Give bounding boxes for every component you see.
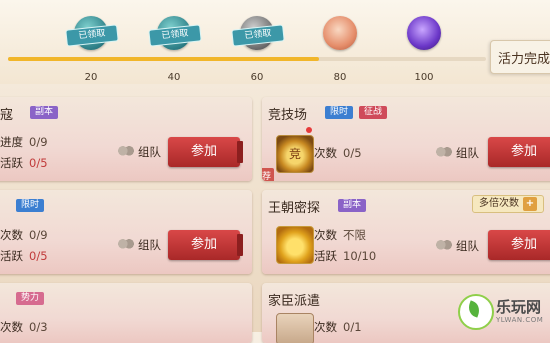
stat-activity: 活跃 0/5 (0, 248, 48, 264)
join-button[interactable]: 参加 (488, 230, 550, 260)
card-title: 寇 (0, 108, 14, 123)
stat-value: 0/9 (29, 135, 48, 149)
stat-label: 活跃 (0, 156, 23, 170)
team-icon (436, 147, 452, 159)
stat-value: 0/5 (343, 146, 362, 160)
stat-count: 次数 0/5 (314, 145, 362, 161)
treasure-chest-icon: 已领取 (231, 16, 285, 50)
join-button[interactable]: 参加 (168, 230, 243, 260)
arena-medal-icon: 竞 (276, 135, 314, 173)
join-button[interactable]: 参加 (488, 137, 550, 167)
activity-card-dynasty-spy: 王朝密探 副本 多倍次数 + 次数 不限 活跃 10/10 组队 参加 (262, 190, 550, 274)
card-title: 家臣派遣 (268, 294, 321, 309)
team-label: 组队 (456, 146, 479, 160)
stat-value: 10/10 (343, 249, 377, 263)
activity-progress-bar: 已领取 20 已领取 40 已领取 60 80 100 活力完成 (0, 0, 550, 84)
double-count-badge[interactable]: 多倍次数 + (472, 195, 544, 213)
stat-value: 不限 (343, 228, 366, 242)
claimed-badge: 已领取 (148, 24, 202, 47)
activity-complete-panel[interactable]: 活力完成 (490, 40, 550, 74)
stat-count: 次数 不限 (314, 227, 366, 243)
treasure-chest-icon: 已领取 (148, 16, 202, 50)
team-icon (436, 240, 452, 252)
tag-limited: 限时 (325, 106, 354, 119)
activity-card-dungeon: 寇 副本 进度 0/9 活跃 0/5 组队 参加 (0, 97, 252, 181)
team-button[interactable]: 组队 (436, 145, 479, 161)
watermark-subtext: YLWAN.COM (496, 316, 544, 324)
team-icon (118, 239, 134, 251)
recommend-tag: 荐 (262, 168, 275, 181)
stat-label: 活跃 (0, 249, 23, 263)
join-button[interactable]: 参加 (168, 137, 243, 167)
stat-progress: 进度 0/9 (0, 134, 48, 150)
stat-count: 次数 0/1 (314, 319, 362, 335)
stat-count: 次数 0/9 (0, 227, 48, 243)
milestone-value: 20 (84, 72, 98, 83)
activity-card-faction: 势力 次数 0/3 (0, 283, 252, 343)
stat-label: 进度 (0, 135, 23, 149)
dragon-icon (276, 226, 314, 264)
stat-activity: 活跃 0/5 (0, 155, 48, 171)
medal-text: 竞 (288, 147, 301, 161)
notification-dot (306, 127, 312, 133)
treasure-chest-icon: 已领取 (65, 16, 119, 50)
tag-faction: 势力 (16, 292, 45, 305)
card-title: 竞技场 (268, 108, 308, 123)
stat-count: 次数 0/3 (0, 319, 48, 335)
stat-label: 次数 (0, 228, 23, 242)
stat-label: 次数 (314, 228, 337, 242)
tag-dungeon: 副本 (338, 199, 367, 212)
team-icon (118, 146, 134, 158)
stat-value: 0/9 (29, 228, 48, 242)
milestone-value: 60 (250, 72, 264, 83)
milestone-value: 80 (333, 72, 347, 83)
claimed-badge: 已领取 (231, 24, 285, 47)
team-button[interactable]: 组队 (118, 144, 161, 160)
tag-conquest: 征战 (359, 106, 388, 119)
milestone-value: 100 (414, 72, 434, 83)
team-button[interactable]: 组队 (118, 237, 161, 253)
activity-card-arena: 竞技场 限时 征战 竞 荐 次数 0/5 组队 参加 (262, 97, 550, 181)
claimed-badge: 已领取 (65, 24, 119, 47)
team-label: 组队 (456, 239, 479, 253)
watermark-text: 乐玩网 (496, 298, 542, 316)
stat-label: 活跃 (314, 249, 337, 263)
plus-icon: + (523, 197, 537, 211)
gem-icon (407, 16, 441, 50)
milestone-value: 40 (167, 72, 181, 83)
milestone-20[interactable]: 已领取 20 (56, 16, 126, 83)
tag-limited: 限时 (16, 199, 45, 212)
stat-label: 次数 (314, 146, 337, 160)
milestone-100[interactable]: 100 (389, 16, 459, 83)
site-watermark: 乐玩网 YLWAN.COM (452, 286, 550, 332)
stat-value: 0/5 (29, 156, 48, 170)
card-title: 王朝密探 (268, 201, 321, 216)
team-button[interactable]: 组队 (436, 238, 479, 254)
milestone-40[interactable]: 已领取 40 (139, 16, 209, 83)
team-label: 组队 (138, 145, 161, 159)
scroll-icon (276, 313, 314, 343)
stat-activity: 活跃 10/10 (314, 248, 376, 264)
stat-value: 0/5 (29, 249, 48, 263)
activity-complete-label: 活力完成 (498, 52, 550, 67)
double-label: 多倍次数 (479, 198, 519, 209)
milestone-80[interactable]: 80 (305, 16, 375, 83)
tag-dungeon: 副本 (30, 106, 59, 119)
activity-card-limited: 限时 次数 0/9 活跃 0/5 组队 参加 (0, 190, 252, 274)
fan-icon (323, 16, 357, 50)
team-label: 组队 (138, 238, 161, 252)
milestone-60[interactable]: 已领取 60 (222, 16, 292, 83)
